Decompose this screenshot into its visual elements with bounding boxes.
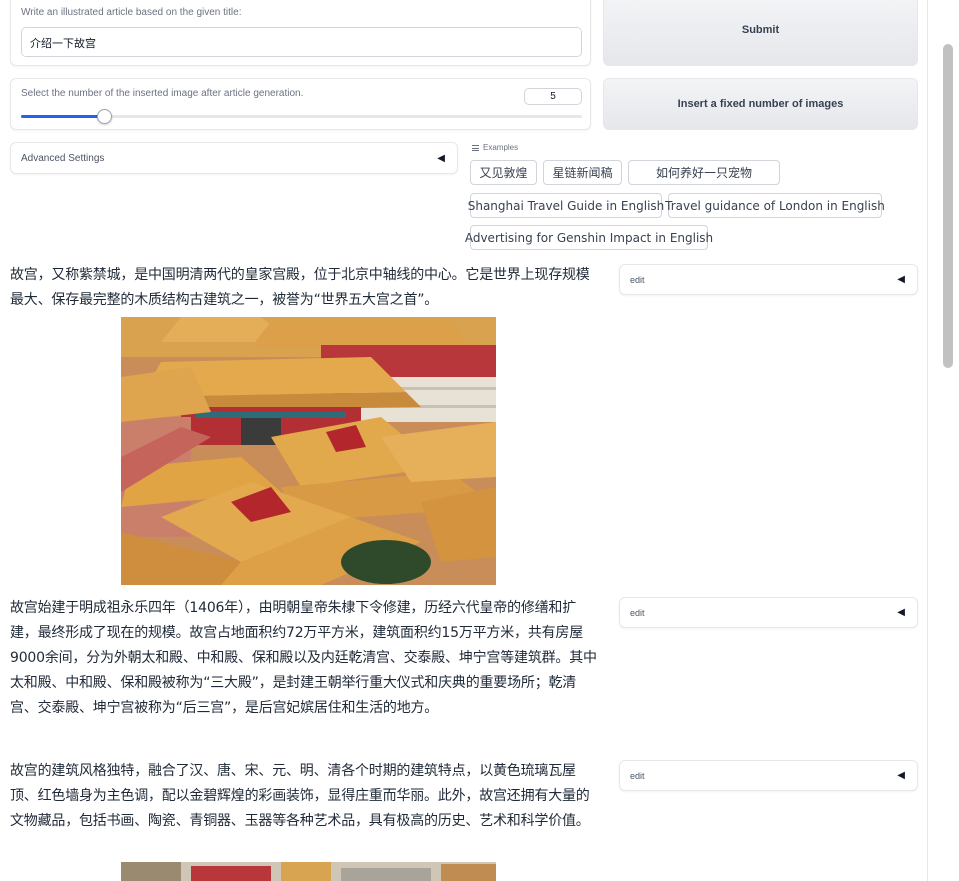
advanced-settings-label: Advanced Settings [21,152,105,164]
slider-thumb[interactable] [97,109,112,124]
page-scrollbar[interactable] [927,0,959,881]
edit-accordion[interactable]: edit ◀ [619,597,918,628]
forbidden-city-image-2 [121,862,496,881]
collapse-caret-icon: ◀ [897,607,905,618]
example-chip[interactable]: Shanghai Travel Guide in English [468,193,664,218]
collapse-caret-icon: ◀ [437,152,445,164]
advanced-settings-accordion[interactable]: Advanced Settings ◀ [10,142,458,174]
scrollbar-thumb[interactable] [943,44,953,368]
example-chip[interactable]: 星链新闻稿 [543,160,622,185]
example-chip[interactable]: 又见敦煌 [470,160,537,185]
example-chip[interactable]: Advertising for Genshin Impact in Englis… [465,225,713,250]
edit-label: edit [630,274,645,285]
image-count-number-input[interactable]: 5 [524,88,582,105]
forbidden-city-rooftops-image [121,317,496,585]
slider-track[interactable] [21,109,582,124]
examples-header: Examples [472,143,518,152]
article-paragraph: 故宫，又称紫禁城，是中国明清两代的皇家宫殿，位于北京中轴线的中心。它是世界上现存… [10,267,590,308]
edit-accordion[interactable]: edit ◀ [619,264,918,295]
slider-fill [21,115,104,118]
list-icon [472,144,479,151]
edit-accordion[interactable]: edit ◀ [619,760,918,791]
slider-label: Select the number of the inserted image … [21,88,304,99]
submit-button[interactable]: Submit [603,0,918,66]
prompt-panel: Write an illustrated article based on th… [10,0,591,66]
insert-images-button[interactable]: Insert a fixed number of images [603,78,918,130]
collapse-caret-icon: ◀ [897,770,905,781]
edit-label: edit [630,770,645,781]
image-count-slider-panel: Select the number of the inserted image … [10,78,591,130]
example-chip[interactable]: Travel guidance of London in English [665,193,885,218]
example-chip[interactable]: 如何养好一只宠物 [628,160,780,185]
prompt-label: Write an illustrated article based on th… [21,7,242,18]
edit-label: edit [630,607,645,618]
article-paragraph: 故宫始建于明成祖永乐四年（1406年），由明朝皇帝朱棣下令修建，历经六代皇帝的修… [10,600,597,716]
prompt-input[interactable] [21,27,582,57]
collapse-caret-icon: ◀ [897,274,905,285]
examples-label: Examples [483,143,519,152]
article-paragraph: 故宫的建筑风格独特，融合了汉、唐、宋、元、明、清各个时期的建筑特点，以黄色琉璃瓦… [10,763,590,829]
